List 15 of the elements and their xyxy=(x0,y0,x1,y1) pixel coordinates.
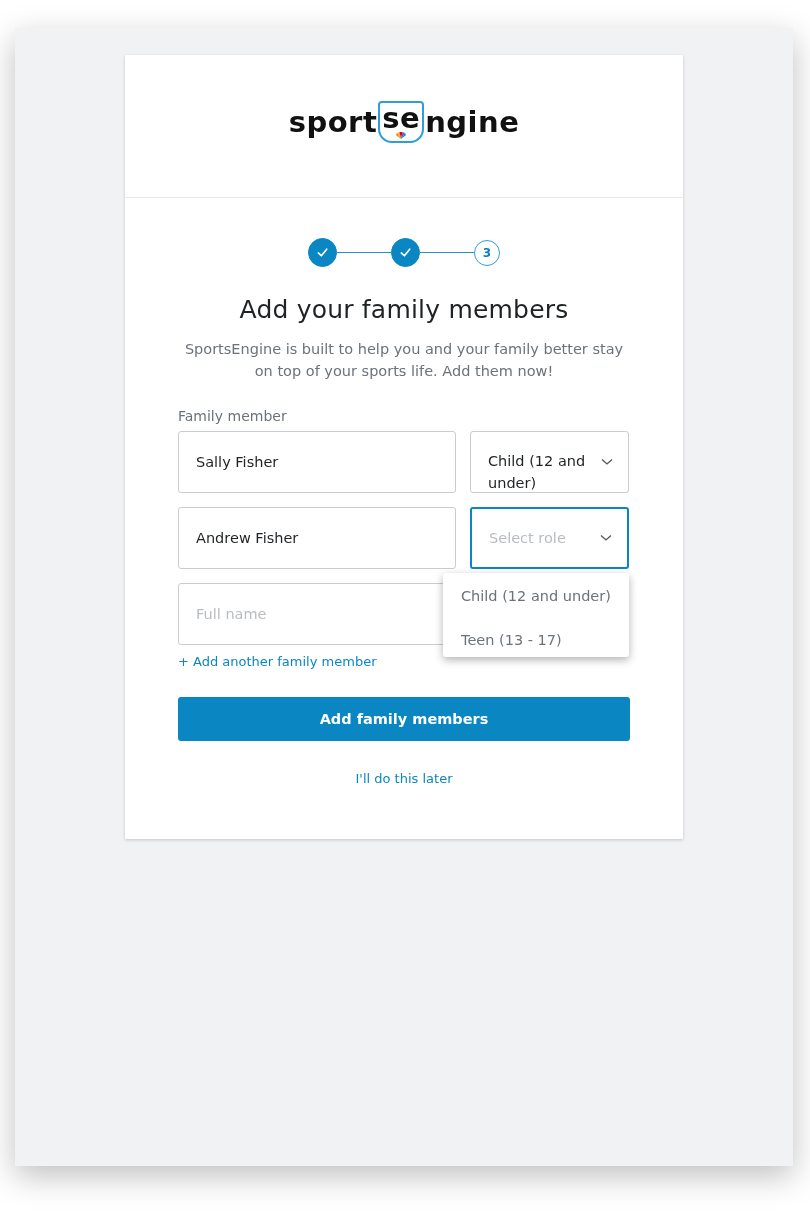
field-label: Family member xyxy=(178,408,288,424)
check-icon xyxy=(316,246,329,259)
add-member-link[interactable]: + Add another family member xyxy=(178,654,377,669)
name-field[interactable]: Andrew Fisher xyxy=(178,507,456,569)
page-title: Add your family members xyxy=(238,295,570,324)
chevron-down-icon xyxy=(600,534,612,542)
name-field[interactable]: Sally Fisher xyxy=(178,431,456,493)
check-icon xyxy=(399,246,412,259)
skip-link[interactable]: I'll do this later xyxy=(355,771,453,786)
logo: sport se ngine xyxy=(288,101,520,143)
role-select[interactable]: Child (12 and under) xyxy=(470,431,629,493)
step-indicator: 3 xyxy=(474,239,500,266)
chevron-down-icon xyxy=(601,458,613,466)
submit-button[interactable]: Add family members xyxy=(178,697,630,741)
description: SportsEngine is built to help you and your family better stay on top of your sports life. Add them now! xyxy=(183,340,625,381)
